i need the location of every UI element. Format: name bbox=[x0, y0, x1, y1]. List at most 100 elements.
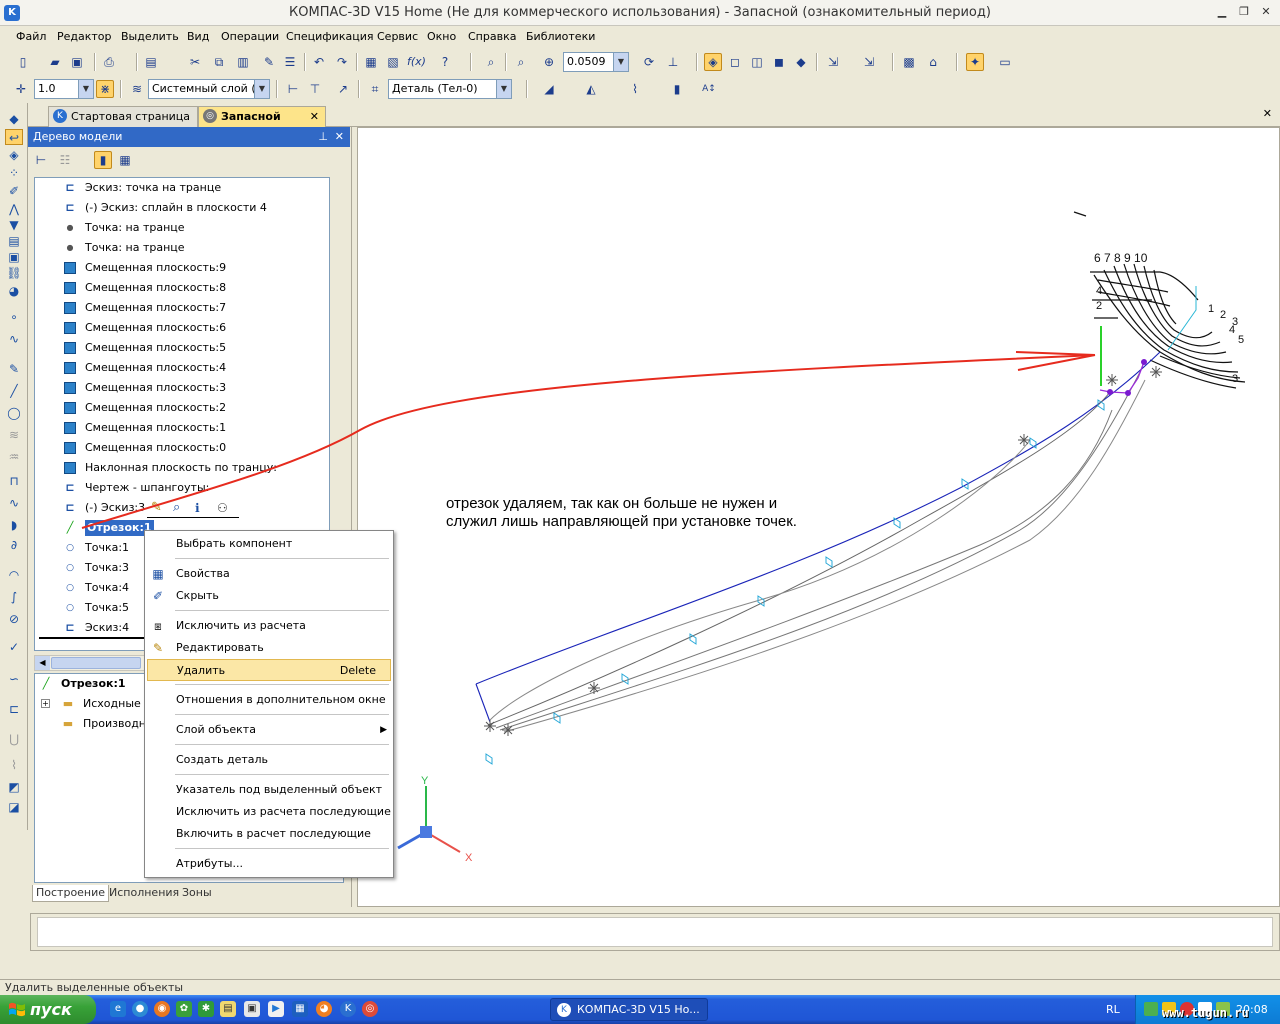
menu-view[interactable]: Вид bbox=[187, 30, 209, 43]
menu-create-part[interactable]: Создать деталь bbox=[145, 749, 393, 771]
shaded-edges-icon[interactable]: ◆ bbox=[792, 53, 810, 71]
redo-icon[interactable]: ↷ bbox=[333, 53, 351, 71]
tree-structure-icon[interactable]: ⊢ bbox=[32, 151, 50, 169]
taskbar-kompas-button[interactable]: K КОМПАС-3D V15 Ho... bbox=[550, 998, 708, 1021]
tree-item[interactable]: Смещенная плоскость:5 bbox=[35, 338, 329, 358]
close-button[interactable]: ✕ bbox=[1258, 5, 1274, 20]
menu-delete[interactable]: Удалить Delete bbox=[147, 659, 391, 681]
menu-hide[interactable]: ✐ Скрыть bbox=[145, 585, 393, 607]
hidden-lines-icon[interactable]: ◫ bbox=[748, 53, 766, 71]
tree-item[interactable]: Смещенная плоскость:2 bbox=[35, 398, 329, 418]
hatching-icon[interactable]: ⌇ bbox=[626, 80, 644, 98]
tree-item[interactable]: ⊏ (-) Эскиз: сплайн в плоскости 4 bbox=[35, 198, 329, 218]
start-button[interactable]: пуск bbox=[0, 995, 96, 1024]
spline-tool-icon[interactable]: ∿ bbox=[5, 495, 23, 511]
menu-include-following[interactable]: Включить в расчет последующие bbox=[145, 823, 393, 845]
helix-tool-icon[interactable]: ≋ bbox=[5, 427, 23, 443]
media-player-icon[interactable]: ▶ bbox=[268, 1001, 284, 1017]
tab-zones[interactable]: Зоны bbox=[179, 885, 215, 902]
layer-combo[interactable]: Системный слой (0) ▼ bbox=[148, 79, 270, 99]
zoom-fit-icon[interactable]: ⌕ bbox=[482, 53, 500, 71]
pencil-icon[interactable]: ✎ bbox=[151, 498, 162, 518]
cursor-step-icon[interactable]: ✛ bbox=[12, 80, 30, 98]
surface-curve-icon[interactable]: ⌇ bbox=[5, 757, 23, 773]
tree-item[interactable]: Смещенная плоскость:7 bbox=[35, 298, 329, 318]
new-file-icon[interactable]: ▯ bbox=[14, 53, 32, 71]
tab-document[interactable]: ◎ Запасной ✕ bbox=[198, 106, 326, 127]
close-document-icon[interactable]: ✕ bbox=[1263, 107, 1272, 120]
menu-select-component[interactable]: Выбрать компонент bbox=[145, 533, 393, 555]
intersection-tool-icon[interactable]: ⋃ bbox=[5, 731, 23, 747]
properties-list-icon[interactable]: ☰ bbox=[281, 53, 299, 71]
grid-icon[interactable]: ⋇ bbox=[96, 80, 114, 98]
menu-edit-object[interactable]: ✎ Редактировать bbox=[145, 637, 393, 659]
tree-details-icon[interactable]: ▦ bbox=[116, 151, 134, 169]
shaded-view-icon[interactable]: ◈ bbox=[704, 53, 722, 71]
format-painter-icon[interactable]: ✎ bbox=[260, 53, 278, 71]
paste-icon[interactable]: ▥ bbox=[234, 53, 252, 71]
menu-properties[interactable]: ▦ Свойства bbox=[145, 563, 393, 585]
relations-icon[interactable]: ⚇ bbox=[217, 498, 228, 518]
tree-item[interactable]: Смещенная плоскость:8 bbox=[35, 278, 329, 298]
language-indicator[interactable]: RL bbox=[1106, 1003, 1120, 1016]
filters-icon[interactable]: ▼ bbox=[5, 217, 23, 233]
edit-point-icon[interactable]: ◪ bbox=[5, 799, 23, 815]
elements-icon[interactable]: ⛓ bbox=[5, 265, 23, 281]
color-icon[interactable]: ◢ bbox=[540, 80, 558, 98]
tree-item[interactable]: ● Точка: на транце bbox=[35, 218, 329, 238]
firefox-icon[interactable]: ◉ bbox=[154, 1001, 170, 1017]
property-panel-content[interactable] bbox=[37, 917, 1273, 947]
app-gear-icon[interactable]: ✱ bbox=[198, 1001, 214, 1017]
break-tool-icon[interactable]: ◩ bbox=[5, 779, 23, 795]
tree-item[interactable]: ⊏ Эскиз: точка на транце bbox=[35, 178, 329, 198]
close-panel-icon[interactable]: ✕ bbox=[335, 127, 344, 147]
arrays-icon[interactable]: ⁘ bbox=[5, 165, 23, 181]
curve-tool-icon[interactable]: ∿ bbox=[5, 331, 23, 347]
paint-icon[interactable]: ▦ bbox=[292, 1001, 308, 1017]
tray-network-icon[interactable] bbox=[1144, 1002, 1158, 1016]
spatial-curves-icon[interactable]: ↩ bbox=[5, 129, 23, 145]
app-leaf-icon[interactable]: ✿ bbox=[176, 1001, 192, 1017]
window-icon[interactable]: ▣ bbox=[244, 1001, 260, 1017]
layers-icon[interactable]: ≋ bbox=[128, 80, 146, 98]
menu-service[interactable]: Сервис bbox=[377, 30, 418, 43]
tree-item[interactable]: Наклонная плоскость по транцу: bbox=[35, 458, 329, 478]
surfaces-icon[interactable]: ◈ bbox=[5, 147, 23, 163]
snap-icon[interactable]: ✦ bbox=[966, 53, 984, 71]
tree-item[interactable]: ⊏ (-) Эскиз:3 ✎ ⌕ ℹ ⚇ bbox=[35, 498, 329, 518]
tree-item[interactable]: Смещенная плоскость:1 bbox=[35, 418, 329, 438]
menu-attributes[interactable]: Атрибуты... bbox=[145, 853, 393, 875]
filter-objects-icon[interactable]: ⇲ bbox=[860, 53, 878, 71]
sketch-tool-icon[interactable]: ✎ bbox=[5, 361, 23, 377]
function-curve-icon[interactable]: ∂ bbox=[5, 537, 23, 553]
detail-combo[interactable]: Деталь (Тел-0) ▼ bbox=[388, 79, 512, 99]
spec-icon[interactable]: ▤ bbox=[5, 233, 23, 249]
local-cs-icon[interactable]: ⊢ bbox=[284, 80, 302, 98]
messenger-icon[interactable]: ● bbox=[132, 1001, 148, 1017]
tree-item[interactable]: Смещенная плоскость:4 bbox=[35, 358, 329, 378]
menu-select[interactable]: Выделить bbox=[121, 30, 179, 43]
pin-icon[interactable]: ⊥ bbox=[318, 127, 328, 147]
menu-exclude[interactable]: ⧆ Исключить из расчета bbox=[145, 615, 393, 637]
tree-item[interactable]: ● Точка: на транце bbox=[35, 238, 329, 258]
menu-file[interactable]: Файл bbox=[16, 30, 46, 43]
menu-relations-window[interactable]: Отношения в дополнительном окне bbox=[145, 689, 393, 711]
spring-tool-icon[interactable]: ♒ bbox=[5, 449, 23, 465]
restore-button[interactable]: ❐ bbox=[1236, 5, 1252, 20]
close-tab-icon[interactable]: ✕ bbox=[310, 107, 319, 126]
menu-operations[interactable]: Операции bbox=[221, 30, 279, 43]
menu-specification[interactable]: Спецификация bbox=[286, 30, 373, 43]
menu-pointer-under[interactable]: Указатель под выделенный объект bbox=[145, 779, 393, 801]
offset-tool-icon[interactable]: ∽ bbox=[5, 671, 23, 687]
zoom-object-icon[interactable]: ⌕ bbox=[173, 498, 180, 518]
print-icon[interactable]: ⎙ bbox=[100, 53, 118, 71]
minimize-button[interactable]: ▁ bbox=[1214, 5, 1230, 20]
menu-window[interactable]: Окно bbox=[427, 30, 456, 43]
half-tone-icon[interactable]: ◼ bbox=[770, 53, 788, 71]
chrome-icon[interactable]: ◎ bbox=[362, 1001, 378, 1017]
line-tool-icon[interactable]: ╱ bbox=[5, 383, 23, 399]
contour-tool-icon[interactable]: ⊏ bbox=[5, 701, 23, 717]
detail-icon[interactable]: ⌗ bbox=[366, 80, 384, 98]
tab-start-page[interactable]: K Стартовая страница bbox=[48, 106, 198, 127]
undo-icon[interactable]: ↶ bbox=[310, 53, 328, 71]
